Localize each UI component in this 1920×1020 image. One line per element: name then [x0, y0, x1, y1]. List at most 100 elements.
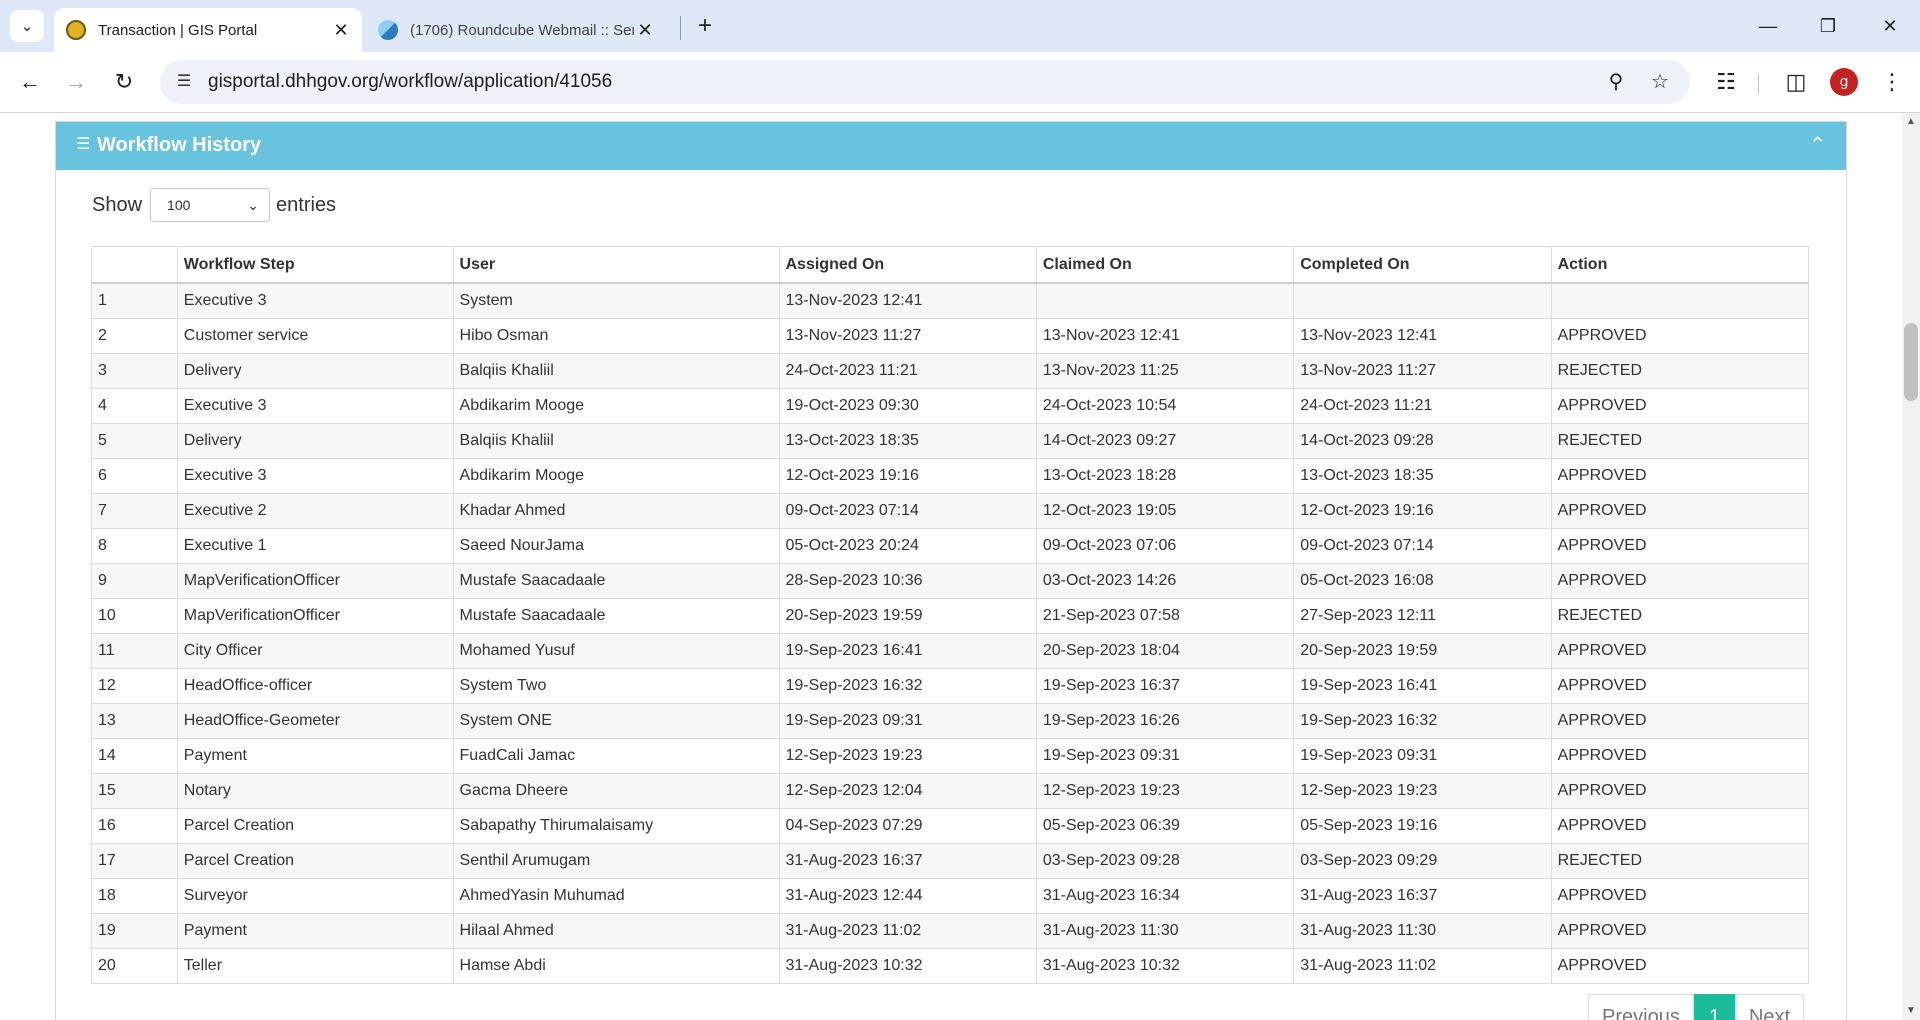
workflow-history-table: Workflow Step User Assigned On Claimed O… — [91, 246, 1810, 984]
cell-assigned-on: 05-Oct-2023 20:24 — [778, 528, 1037, 564]
cell-workflow-step: Payment — [176, 913, 454, 949]
workflow-history-panel: ☰ Workflow History ⌃ Show 100 ⌄ entries … — [55, 121, 1847, 1020]
panel-heading[interactable]: ☰ Workflow History ⌃ — [56, 122, 1846, 170]
cell-user: Balqiis Khaliil — [452, 353, 780, 389]
cell-row-number: 1 — [91, 282, 178, 319]
cell-assigned-on: 31-Aug-2023 12:44 — [778, 878, 1037, 914]
cell-claimed-on: 05-Sep-2023 06:39 — [1035, 808, 1295, 844]
cell-action-status: APPROVED — [1550, 808, 1810, 844]
page-scrollbar[interactable]: ▲ ▼ — [1902, 113, 1920, 1020]
column-header-claimed-on[interactable]: Claimed On — [1035, 246, 1295, 284]
cell-claimed-on: 09-Oct-2023 07:06 — [1035, 528, 1295, 564]
page-1-button[interactable]: 1 — [1693, 994, 1735, 1020]
puzzle-icon[interactable]: ☷ — [1708, 64, 1744, 100]
cell-row-number: 9 — [91, 563, 178, 599]
chevron-up-icon[interactable]: ⌃ — [1809, 132, 1826, 157]
cell-claimed-on: 03-Sep-2023 09:28 — [1035, 843, 1295, 879]
next-button[interactable]: Next — [1734, 994, 1805, 1020]
address-bar[interactable]: ☰ gisportal.dhhgov.org/workflow/applicat… — [160, 60, 1690, 104]
cell-assigned-on: 31-Aug-2023 16:37 — [778, 843, 1037, 879]
cell-completed-on — [1293, 282, 1552, 319]
cell-action-status: APPROVED — [1550, 738, 1810, 774]
kebab-menu-icon[interactable]: ⋮ — [1874, 64, 1910, 100]
entries-select[interactable]: 100 ⌄ — [150, 188, 271, 222]
close-icon[interactable]: ✕ — [330, 20, 352, 41]
cell-row-number: 12 — [91, 668, 178, 704]
cell-claimed-on: 14-Oct-2023 09:27 — [1035, 423, 1295, 459]
column-header-user[interactable]: User — [452, 246, 780, 284]
cell-claimed-on: 03-Oct-2023 14:26 — [1035, 563, 1295, 599]
tab-roundcube[interactable]: (1706) Roundcube Webmail :: Sent ✕ — [366, 8, 666, 52]
zoom-icon[interactable]: ⚲ — [1602, 68, 1630, 96]
cell-workflow-step: Executive 2 — [176, 493, 454, 529]
cell-user: Hamse Abdi — [452, 948, 780, 984]
cell-workflow-step: Executive 3 — [176, 388, 454, 424]
tune-icon[interactable]: ☰ — [172, 70, 196, 94]
gis-portal-favicon-icon — [66, 20, 86, 40]
cell-action-status: APPROVED — [1550, 563, 1810, 599]
column-header-workflow-step[interactable]: Workflow Step — [176, 246, 454, 284]
cell-claimed-on — [1035, 282, 1295, 319]
star-icon[interactable]: ☆ — [1646, 68, 1674, 96]
cell-user: Saeed NourJama — [452, 528, 780, 564]
cell-assigned-on: 31-Aug-2023 11:02 — [778, 913, 1037, 949]
tab-gis-portal[interactable]: Transaction | GIS Portal ✕ — [54, 8, 362, 52]
table-row: 9 MapVerificationOfficer Mustafe Saacadaal… — [91, 563, 1810, 599]
scroll-down-arrow-icon[interactable]: ▼ — [1902, 1002, 1920, 1020]
avatar[interactable]: g — [1830, 68, 1858, 96]
roundcube-favicon-icon — [378, 20, 398, 40]
cell-completed-on: 19-Sep-2023 16:32 — [1293, 703, 1552, 739]
cell-row-number: 5 — [91, 423, 178, 459]
side-panel-icon[interactable]: ◫ — [1778, 64, 1814, 100]
previous-button[interactable]: Previous — [1588, 994, 1694, 1020]
cell-row-number: 10 — [91, 598, 178, 634]
cell-workflow-step: Teller — [176, 948, 454, 984]
column-header-completed-on[interactable]: Completed On — [1293, 246, 1552, 284]
cell-user: Senthil Arumugam — [452, 843, 780, 879]
arrow-right-icon[interactable]: → — [58, 64, 94, 100]
toolbar-divider — [1758, 74, 1759, 94]
column-header-action[interactable]: Action — [1550, 246, 1810, 284]
url-text[interactable]: gisportal.dhhgov.org/workflow/applicatio… — [208, 71, 612, 93]
table-row: 5 Delivery Balqiis Khaliil 13-Oct-2023 18:3… — [91, 423, 1810, 459]
cell-action-status: APPROVED — [1550, 913, 1810, 949]
window-close-icon[interactable]: ✕ — [1866, 8, 1914, 44]
cell-claimed-on: 13-Nov-2023 11:25 — [1035, 353, 1295, 389]
minimize-icon[interactable]: — — [1744, 8, 1792, 44]
cell-user: Hibo Osman — [452, 318, 780, 354]
cell-workflow-step: MapVerificationOfficer — [176, 598, 454, 634]
scroll-up-arrow-icon[interactable]: ▲ — [1902, 113, 1920, 131]
close-icon[interactable]: ✕ — [634, 20, 656, 41]
plus-icon[interactable]: + — [690, 10, 720, 42]
restore-icon[interactable]: ❐ — [1804, 8, 1852, 44]
cell-assigned-on: 12-Sep-2023 19:23 — [778, 738, 1037, 774]
entries-length-control: Show 100 ⌄ entries — [92, 188, 336, 222]
cell-assigned-on: 28-Sep-2023 10:36 — [778, 563, 1037, 599]
cell-completed-on: 31-Aug-2023 11:30 — [1293, 913, 1552, 949]
cell-completed-on: 19-Sep-2023 09:31 — [1293, 738, 1552, 774]
arrow-left-icon[interactable]: ← — [12, 64, 48, 100]
cell-claimed-on: 31-Aug-2023 11:30 — [1035, 913, 1295, 949]
cell-user: FuadCali Jamac — [452, 738, 780, 774]
chevron-down-icon: ⌄ — [247, 196, 260, 213]
cell-claimed-on: 21-Sep-2023 07:58 — [1035, 598, 1295, 634]
cell-row-number: 6 — [91, 458, 178, 494]
cell-workflow-step: City Officer — [176, 633, 454, 669]
cell-action-status: APPROVED — [1550, 878, 1810, 914]
cell-workflow-step: HeadOffice-Geometer — [176, 703, 454, 739]
chevron-down-icon[interactable]: ⌄ — [10, 10, 44, 42]
reload-icon[interactable]: ↻ — [106, 64, 142, 100]
cell-completed-on: 14-Oct-2023 09:28 — [1293, 423, 1552, 459]
cell-completed-on: 27-Sep-2023 12:11 — [1293, 598, 1552, 634]
cell-workflow-step: Executive 3 — [176, 458, 454, 494]
table-row: 17 Parcel Creation Senthil Arumugam 31-Aug-… — [91, 843, 1810, 879]
cell-completed-on: 13-Oct-2023 18:35 — [1293, 458, 1552, 494]
cell-claimed-on: 13-Oct-2023 18:28 — [1035, 458, 1295, 494]
cell-action-status: APPROVED — [1550, 773, 1810, 809]
column-header-assigned-on[interactable]: Assigned On — [778, 246, 1037, 284]
cell-action-status: APPROVED — [1550, 948, 1810, 984]
scrollbar-thumb[interactable] — [1904, 323, 1918, 401]
cell-completed-on: 24-Oct-2023 11:21 — [1293, 388, 1552, 424]
column-header-number[interactable] — [91, 246, 178, 284]
cell-completed-on: 19-Sep-2023 16:41 — [1293, 668, 1552, 704]
